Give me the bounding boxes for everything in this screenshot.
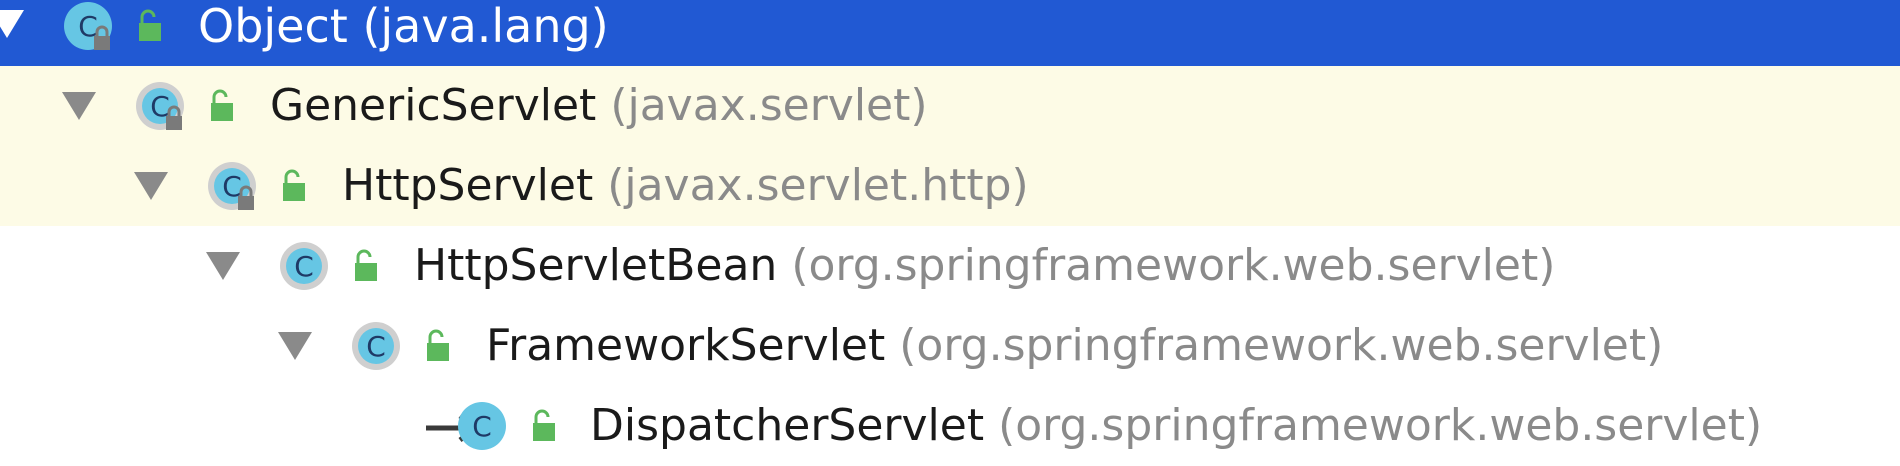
class-c-icon: C — [350, 320, 402, 372]
class-name: GenericServlet — [270, 80, 597, 131]
class-c-icon: C — [278, 240, 330, 292]
public-lock-icon — [132, 9, 166, 43]
public-lock-icon — [526, 409, 560, 443]
package-name: (org.springframework.web.servlet) — [791, 240, 1556, 291]
class-c-icon: C — [456, 400, 508, 452]
class-c-icon: C — [134, 80, 186, 132]
class-c-icon: C — [206, 160, 258, 212]
tree-row-frameworkservlet[interactable]: C FrameworkServlet (org.springframework.… — [0, 306, 1900, 386]
public-lock-icon — [348, 249, 382, 283]
class-name: Object — [198, 0, 348, 53]
svg-text:C: C — [472, 410, 492, 443]
triangle-down-icon[interactable] — [0, 10, 24, 38]
triangle-down-icon[interactable] — [62, 92, 96, 120]
class-name: DispatcherServlet — [590, 400, 985, 451]
package-name: (java.lang) — [362, 0, 609, 53]
package-name: (javax.servlet.http) — [607, 160, 1029, 211]
class-c-icon: C — [62, 0, 114, 52]
tree-row-label: DispatcherServlet (org.springframework.w… — [590, 386, 1762, 466]
svg-text:C: C — [294, 250, 314, 283]
type-hierarchy-tree: C Object (java.lang) C GenericServlet (j… — [0, 0, 1900, 466]
tree-row-dispatcherservlet[interactable]: C DispatcherServlet (org.springframework… — [0, 386, 1900, 466]
triangle-down-icon[interactable] — [206, 252, 240, 280]
package-name: (javax.servlet) — [610, 80, 928, 131]
public-lock-icon — [420, 329, 454, 363]
triangle-down-icon[interactable] — [278, 332, 312, 360]
class-name: HttpServlet — [342, 160, 594, 211]
tree-row-label: Object (java.lang) — [198, 0, 609, 66]
tree-row-httpservlet[interactable]: C HttpServlet (javax.servlet.http) — [0, 146, 1900, 226]
tree-row-label: FrameworkServlet (org.springframework.we… — [486, 306, 1663, 386]
tree-row-label: GenericServlet (javax.servlet) — [270, 66, 928, 146]
tree-row-httpservletbean[interactable]: C HttpServletBean (org.springframework.w… — [0, 226, 1900, 306]
package-name: (org.springframework.web.servlet) — [899, 320, 1664, 371]
public-lock-icon — [204, 89, 238, 123]
tree-row-label: HttpServlet (javax.servlet.http) — [342, 146, 1029, 226]
tree-row-label: HttpServletBean (org.springframework.web… — [414, 226, 1555, 306]
class-name: FrameworkServlet — [486, 320, 886, 371]
package-name: (org.springframework.web.servlet) — [998, 400, 1763, 451]
public-lock-icon — [276, 169, 310, 203]
svg-text:C: C — [366, 330, 386, 363]
tree-row-genericservlet[interactable]: C GenericServlet (javax.servlet) — [0, 66, 1900, 146]
triangle-down-icon[interactable] — [134, 172, 168, 200]
tree-row-object[interactable]: C Object (java.lang) — [0, 0, 1900, 66]
class-name: HttpServletBean — [414, 240, 778, 291]
